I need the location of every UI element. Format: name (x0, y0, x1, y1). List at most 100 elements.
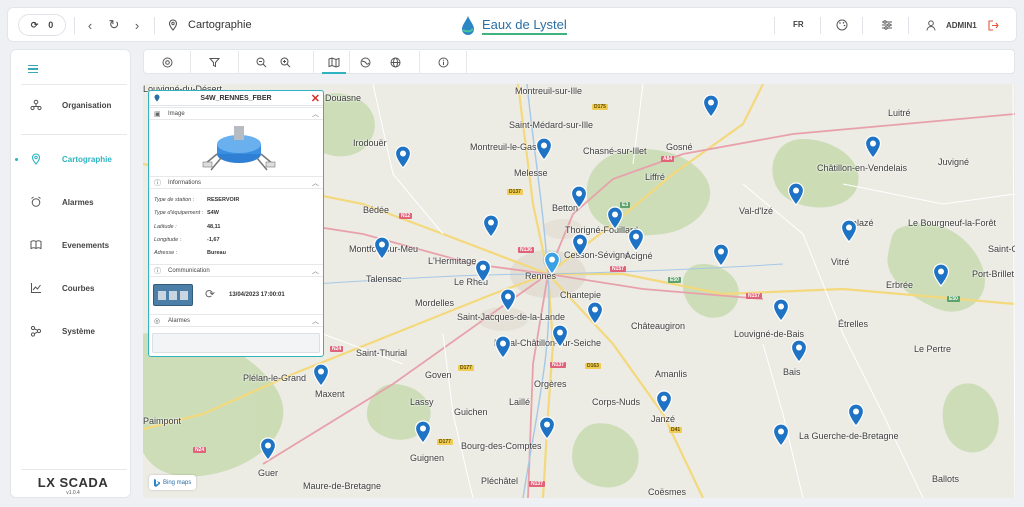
sidebar-item-organisation[interactable]: Organisation (11, 95, 132, 115)
station-marker[interactable] (373, 236, 391, 260)
divider (820, 17, 821, 34)
chevron-up-icon[interactable]: ︿ (312, 178, 319, 188)
settings-sliders-icon[interactable] (878, 16, 896, 34)
forward-icon[interactable]: › (128, 16, 146, 34)
sync-icon[interactable]: ⟳ (205, 287, 215, 301)
image-icon: ▣ (154, 110, 161, 118)
chevron-up-icon[interactable]: ︿ (312, 266, 319, 276)
map-place-label: Douasne (325, 93, 362, 103)
info-key: Adresse : (154, 250, 178, 256)
station-marker[interactable] (790, 339, 808, 363)
info-icon[interactable] (435, 54, 451, 70)
map-place-label: Maure-de-Bretagne (303, 481, 382, 491)
bing-attribution[interactable]: Bing maps (149, 475, 197, 490)
map-place-label: Paimpont (143, 416, 182, 426)
map-view-icon[interactable] (322, 54, 346, 74)
road-shield: N137 (529, 481, 545, 487)
section-alarms-header[interactable]: ◎ Alarmes ︿ (149, 314, 323, 327)
chevron-up-icon[interactable]: ︿ (312, 316, 319, 326)
sidebar-item-label: Courbes (62, 283, 95, 293)
section-image-header[interactable]: ▣ Image ︿ (149, 107, 323, 120)
logout-icon[interactable] (987, 19, 999, 31)
station-marker[interactable] (586, 301, 604, 325)
notification-counter[interactable]: ⟳ 0 (18, 14, 66, 36)
map-place-label: Lassy (410, 397, 434, 407)
hamburger-menu-icon[interactable] (28, 61, 44, 77)
sidebar-item-courbes[interactable]: Courbes (11, 278, 132, 298)
info-icon: ⓘ (154, 179, 161, 187)
station-marker[interactable] (494, 335, 512, 359)
section-info-header[interactable]: ⓘ Informations ︿ (149, 176, 323, 189)
station-marker[interactable] (474, 259, 492, 283)
info-row-equipment-type: Type d'équipement : S4W (154, 210, 219, 216)
filter-icon[interactable] (206, 54, 222, 70)
map-pin-icon (29, 152, 43, 166)
info-value: S4W (207, 210, 219, 216)
station-marker[interactable] (864, 135, 882, 159)
section-label: Informations (168, 179, 202, 186)
station-marker[interactable] (414, 420, 432, 444)
station-marker[interactable] (627, 228, 645, 252)
back-icon[interactable]: ‹ (81, 16, 99, 34)
station-marker-selected[interactable] (543, 251, 561, 275)
map-place-label: Bourg-des-Comptes (461, 441, 542, 451)
station-marker[interactable] (535, 137, 553, 161)
station-marker[interactable] (787, 182, 805, 206)
app-brand: LX SCADA v1.0.4 (33, 475, 113, 496)
globe-icon[interactable] (387, 54, 403, 70)
road-shield: D163 (585, 363, 601, 369)
satellite-icon[interactable] (357, 54, 373, 70)
station-marker[interactable] (772, 423, 790, 447)
station-marker[interactable] (394, 145, 412, 169)
notification-count: 0 (48, 20, 54, 30)
zoom-in-icon[interactable] (277, 54, 293, 70)
station-marker[interactable] (570, 185, 588, 209)
zoom-out-icon[interactable] (253, 54, 269, 70)
map-place-label: Acigné (625, 251, 653, 261)
alarm-icon: ◎ (154, 317, 161, 325)
station-marker[interactable] (551, 324, 569, 348)
station-marker[interactable] (312, 363, 330, 387)
user-menu[interactable]: ADMIN1 (926, 16, 999, 34)
station-marker[interactable] (538, 416, 556, 440)
station-marker[interactable] (932, 263, 950, 287)
sidebar-item-cartographie[interactable]: Cartographie (11, 149, 132, 169)
station-marker[interactable] (655, 390, 673, 414)
refresh-icon[interactable]: ↻ (105, 16, 123, 34)
station-marker[interactable] (482, 214, 500, 238)
map-place-label: La Guerche-de-Bretagne (799, 431, 899, 441)
palette-icon[interactable] (833, 16, 851, 34)
sidebar-item-alarmes[interactable]: Alarmes (11, 192, 132, 212)
station-marker[interactable] (571, 233, 589, 257)
sidebar-item-systeme[interactable]: Système (11, 321, 132, 341)
map-place-label: Mordelles (415, 298, 455, 308)
map-place-label: Châtillon-en-Vendelais (817, 163, 908, 173)
map-toolbar (143, 49, 1015, 74)
language-selector[interactable]: FR (793, 20, 804, 29)
map-place-label: Talensac (366, 274, 402, 284)
section-label: Communication (168, 267, 210, 274)
divider (774, 17, 775, 34)
station-marker[interactable] (499, 288, 517, 312)
map-place-label: Saint-Jacques-de-la-Lande (457, 312, 566, 322)
station-marker[interactable] (712, 243, 730, 267)
target-icon[interactable] (159, 54, 175, 70)
station-marker[interactable] (840, 219, 858, 243)
map-place-label: Pléchâtel (481, 476, 519, 486)
chevron-up-icon[interactable]: ︿ (312, 109, 319, 119)
station-marker[interactable] (606, 206, 624, 230)
sidebar-item-evenements[interactable]: Evenements (11, 235, 132, 255)
station-marker[interactable] (259, 437, 277, 461)
map-place-label: Vitré (831, 257, 850, 267)
section-communication-header[interactable]: ⓘ Communication ︿ (149, 264, 323, 277)
station-marker[interactable] (847, 403, 865, 427)
map-place-label: Le Pertre (914, 344, 952, 354)
map-place-label: Irodouër (353, 138, 387, 148)
divider (238, 51, 239, 73)
info-value: RESERVOIR (207, 197, 240, 203)
section-label: Image (168, 110, 185, 117)
station-marker[interactable] (702, 94, 720, 118)
map-place-label: Plélan-le-Grand (243, 373, 307, 383)
close-icon[interactable]: ✕ (311, 92, 320, 105)
station-marker[interactable] (772, 298, 790, 322)
